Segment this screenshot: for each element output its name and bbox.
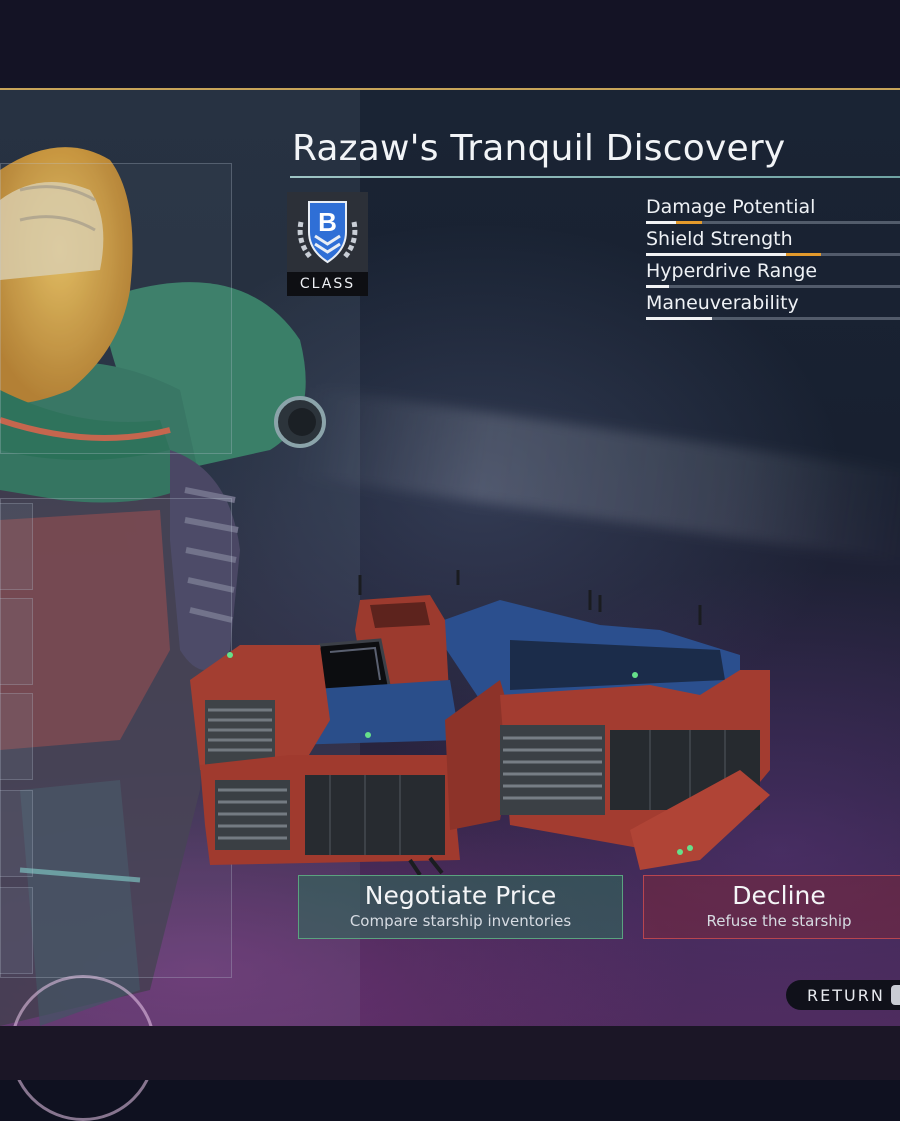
- bottom-bar: [0, 1026, 900, 1080]
- inventory-slot[interactable]: [0, 790, 33, 877]
- stat-bar-track: [646, 285, 900, 288]
- starship-model: [190, 570, 770, 875]
- stat-bar-fill: [646, 221, 677, 224]
- negotiate-price-subtitle: Compare starship inventories: [349, 912, 572, 930]
- return-label: RETURN: [807, 986, 885, 1005]
- inventory-slot[interactable]: [0, 887, 33, 974]
- stat-label: Maneuverability: [646, 292, 799, 314]
- ship-class-badge: B CLASS: [287, 192, 368, 296]
- stat-bar-fill: [646, 253, 786, 256]
- stat-label: Shield Strength: [646, 228, 793, 250]
- title-underline: [290, 176, 900, 178]
- top-bar: [0, 0, 900, 88]
- decline-button[interactable]: Decline Refuse the starship: [643, 875, 900, 939]
- ship-name: Razaw's Tranquil Discovery: [292, 128, 786, 169]
- stat-maneuverability: Maneuverability: [646, 292, 900, 322]
- decline-title: Decline: [732, 881, 826, 910]
- left-panel-upper: [0, 163, 232, 454]
- decline-subtitle: Refuse the starship: [706, 912, 852, 930]
- class-letter: B: [318, 207, 337, 237]
- negotiate-price-button[interactable]: Negotiate Price Compare starship invento…: [298, 875, 623, 939]
- stat-bar-track: [646, 221, 900, 224]
- class-label: CLASS: [287, 272, 368, 296]
- laurel-shield-icon: B: [297, 201, 358, 264]
- stat-bar-bonus: [785, 253, 822, 256]
- inventory-slot[interactable]: [0, 503, 33, 590]
- stat-hyperdrive-range: Hyperdrive Range: [646, 260, 900, 290]
- stat-label: Damage Potential: [646, 196, 816, 218]
- stat-bar-bonus: [676, 221, 702, 224]
- stat-label: Hyperdrive Range: [646, 260, 818, 282]
- stat-damage-potential: Damage Potential: [646, 196, 900, 226]
- light-streak: [296, 387, 900, 563]
- stat-bar-fill: [646, 317, 713, 320]
- stat-bar-track: [646, 317, 900, 320]
- inventory-slot[interactable]: [0, 693, 33, 780]
- key-prompt-icon: [891, 985, 900, 1005]
- return-button[interactable]: RETURN: [786, 980, 900, 1010]
- negotiate-price-title: Negotiate Price: [364, 881, 557, 910]
- stat-bar-track: [646, 253, 900, 256]
- inventory-slot[interactable]: [0, 598, 33, 685]
- stat-bar-fill: [646, 285, 669, 288]
- stat-shield-strength: Shield Strength: [646, 228, 900, 258]
